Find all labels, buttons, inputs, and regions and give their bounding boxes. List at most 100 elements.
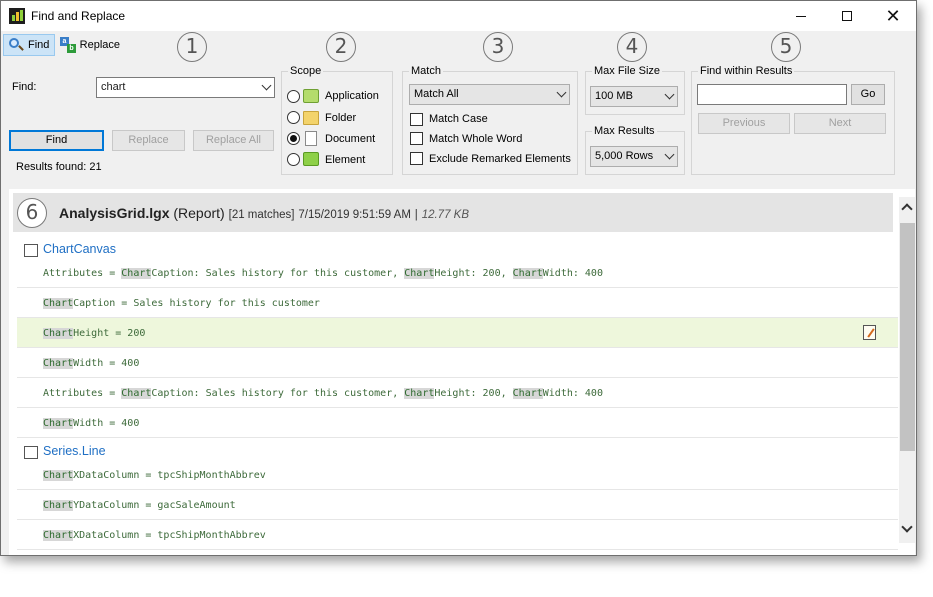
results-file-title: AnalysisGrid.lgx (Report) [21 matches] 7… — [59, 205, 469, 221]
tab-replace[interactable]: ab Replace — [56, 34, 124, 56]
chevron-down-icon[interactable] — [261, 80, 272, 91]
result-attribute-row[interactable]: ChartWidth = 400 — [17, 348, 898, 378]
result-file-type: (Report) — [173, 205, 225, 221]
scope-folder-radio[interactable] — [287, 111, 300, 124]
close-button[interactable]: ✕ — [870, 1, 916, 31]
maximize-button[interactable] — [824, 1, 870, 31]
match-context: XDataColumn = tpcShipMonthAbbrev — [73, 470, 266, 481]
result-separator: | — [414, 209, 418, 221]
match-highlight: Chart — [121, 268, 152, 279]
scope-application-radio[interactable] — [287, 90, 300, 103]
max-results-title: Max Results — [592, 125, 657, 137]
result-attribute-row[interactable]: ChartHeight = 200 — [17, 318, 898, 348]
line-chart-icon — [24, 446, 38, 459]
exclude-remarked-checkbox[interactable] — [410, 152, 423, 165]
scope-document-label: Document — [325, 133, 376, 145]
match-highlight: Chart — [512, 388, 543, 399]
result-element-row[interactable]: Series.Line — [17, 438, 898, 459]
match-context: XDataColumn = tpcShipMonthAbbrev — [73, 530, 266, 541]
result-attribute-text: ChartHeight = 200 — [43, 328, 145, 339]
find-input[interactable]: chart — [96, 77, 275, 98]
scope-application-label: Application — [325, 90, 379, 102]
result-element-row[interactable]: ChartCanvas — [17, 236, 898, 257]
application-icon — [303, 89, 319, 103]
callout-3: 3 — [483, 32, 513, 62]
previous-button[interactable]: Previous — [698, 113, 790, 134]
title-bar: Find and Replace ✕ — [1, 1, 916, 31]
max-results-dropdown[interactable]: 5,000 Rows — [590, 146, 678, 167]
match-highlight: Chart — [404, 268, 435, 279]
close-icon: ✕ — [885, 5, 901, 26]
find-within-title: Find within Results — [698, 65, 795, 77]
go-button[interactable]: Go — [851, 84, 885, 105]
result-attribute-row[interactable]: ChartWidth = 400 — [17, 408, 898, 438]
result-attribute-text: Attributes = ChartCaption: Sales history… — [43, 388, 603, 399]
max-results-value: 5,000 Rows — [595, 150, 654, 162]
match-highlight: Chart — [43, 358, 74, 369]
match-case-label: Match Case — [429, 113, 488, 125]
match-highlight: Chart — [43, 500, 74, 511]
callout-1: 1 — [177, 32, 207, 62]
result-attribute-row[interactable]: ChartYDataColumn = gacSaleAmount — [17, 490, 898, 520]
match-context: Height = 200 — [73, 328, 146, 339]
tab-replace-label: Replace — [79, 39, 120, 51]
result-element-link[interactable]: ChartCanvas — [43, 242, 116, 256]
find-button[interactable]: Find — [9, 130, 104, 151]
scope-element-radio[interactable] — [287, 153, 300, 166]
minimize-icon — [796, 15, 806, 17]
match-context: Caption: Sales history for this customer… — [151, 268, 405, 279]
match-whole-word-checkbox[interactable] — [410, 132, 423, 145]
match-context: Width: 400 — [542, 268, 603, 279]
app-logo-icon — [9, 8, 25, 24]
max-file-size-title: Max File Size — [592, 65, 663, 77]
next-button[interactable]: Next — [794, 113, 886, 134]
results-scrollbar[interactable] — [899, 197, 916, 543]
result-attribute-row[interactable]: ChartXDataColumn = tpcShipMonthAbbrev — [17, 520, 898, 550]
match-dropdown[interactable]: Match All — [409, 84, 570, 105]
minimize-button[interactable] — [778, 1, 824, 31]
replace-icon: ab — [60, 37, 76, 53]
result-file-name: AnalysisGrid.lgx — [59, 205, 170, 221]
results-header[interactable]: 6 AnalysisGrid.lgx (Report) [21 matches]… — [13, 193, 893, 232]
result-file-size: 12.77 KB — [421, 209, 470, 221]
match-context: Height: 200, — [434, 388, 513, 399]
result-element-link[interactable]: Series.Line — [43, 444, 106, 458]
result-attribute-row[interactable]: Attributes = ChartCaption: Sales history… — [17, 378, 898, 408]
result-attribute-row[interactable]: ChartCaption = Sales history for this cu… — [17, 288, 898, 318]
folder-icon — [303, 111, 319, 125]
match-highlight: Chart — [43, 470, 74, 481]
replace-button[interactable]: Replace — [112, 130, 185, 151]
max-file-size-dropdown[interactable]: 100 MB — [590, 86, 678, 107]
match-title: Match — [409, 65, 443, 77]
scroll-thumb[interactable] — [900, 223, 915, 451]
result-attribute-row[interactable]: Attributes = ChartCaption: Sales history… — [17, 258, 898, 288]
scope-document-radio[interactable] — [287, 132, 300, 145]
search-icon — [8, 37, 24, 53]
match-highlight: Chart — [43, 328, 74, 339]
match-highlight: Chart — [121, 388, 152, 399]
scope-title: Scope — [288, 65, 324, 77]
callout-2: 2 — [326, 32, 356, 62]
tab-find[interactable]: Find — [3, 34, 55, 56]
chevron-down-icon — [556, 87, 567, 98]
results-found-text: Results found: 21 — [16, 161, 102, 173]
replace-all-button[interactable]: Replace All — [193, 130, 274, 151]
match-context: Width = 400 — [73, 358, 140, 369]
chevron-down-icon — [664, 149, 675, 160]
result-attribute-text: ChartCaption = Sales history for this cu… — [43, 298, 320, 309]
results-pane: 6 AnalysisGrid.lgx (Report) [21 matches]… — [9, 189, 915, 555]
result-attribute-row[interactable]: ChartXDataColumn = tpcShipMonthAbbrev — [17, 460, 898, 490]
match-context: YDataColumn = gacSaleAmount — [73, 500, 236, 511]
match-context: Attributes = — [43, 388, 122, 399]
result-attribute-text: ChartXDataColumn = tpcShipMonthAbbrev — [43, 470, 266, 481]
find-within-input[interactable] — [697, 84, 847, 105]
scroll-down-icon[interactable] — [901, 521, 913, 533]
match-case-checkbox[interactable] — [410, 113, 423, 126]
callout-4: 4 — [617, 32, 647, 62]
edit-icon[interactable] — [863, 325, 876, 340]
result-attribute-text: ChartYDataColumn = gacSaleAmount — [43, 500, 236, 511]
scope-element-label: Element — [325, 154, 366, 166]
scroll-up-icon[interactable] — [901, 203, 913, 215]
result-attribute-text: ChartWidth = 400 — [43, 418, 139, 429]
tab-find-label: Find — [28, 39, 50, 51]
